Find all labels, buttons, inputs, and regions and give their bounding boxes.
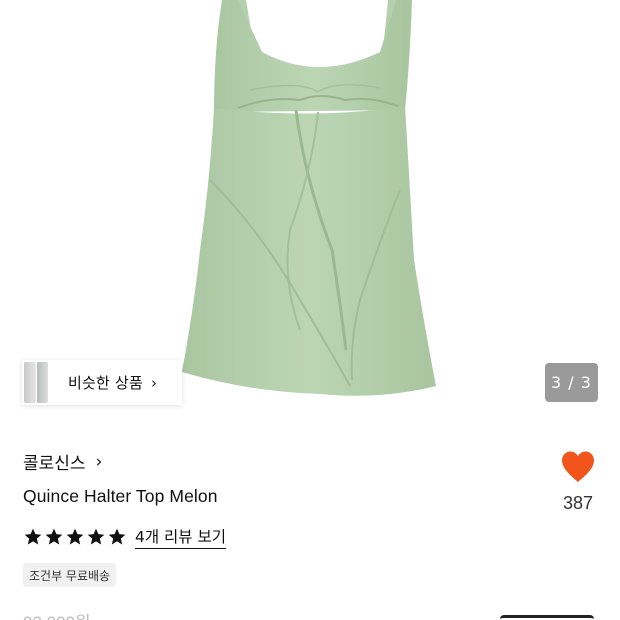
product-title: Quince Halter Top Melon — [23, 486, 218, 506]
similar-thumbnail — [24, 362, 36, 403]
brand-name: 콜로신스 — [23, 454, 86, 474]
star-icon — [45, 528, 63, 545]
brand-link[interactable]: 콜로신스 › — [23, 449, 103, 475]
price-text: 92,000원 — [23, 608, 91, 620]
similar-thumbnails — [22, 360, 52, 405]
similar-products-label: 비슷한 상품 — [68, 374, 143, 392]
chevron-right-icon: › — [150, 373, 157, 392]
star-icon — [87, 528, 105, 545]
star-icon — [66, 528, 84, 545]
like-button[interactable]: 387 — [556, 450, 600, 514]
like-count: 387 — [562, 493, 594, 513]
chevron-right-icon: › — [95, 451, 103, 472]
product-image-carousel[interactable]: 비슷한 상품 › 3 / 3 — [0, 0, 620, 420]
product-image — [182, 0, 436, 396]
purchase-button[interactable] — [500, 615, 594, 620]
similar-products-button[interactable]: 비슷한 상품 › — [22, 360, 182, 405]
star-icon — [108, 528, 126, 545]
star-rating — [23, 527, 127, 547]
review-link[interactable]: 4개 리뷰 보기 — [135, 525, 227, 549]
image-page-counter: 3 / 3 — [545, 363, 598, 402]
heart-icon — [562, 451, 594, 482]
similar-thumbnail — [36, 362, 48, 403]
star-icon — [24, 528, 42, 545]
rating-row: 4개 리뷰 보기 — [23, 524, 227, 550]
shipping-badge: 조건부 무료배송 — [23, 563, 117, 587]
